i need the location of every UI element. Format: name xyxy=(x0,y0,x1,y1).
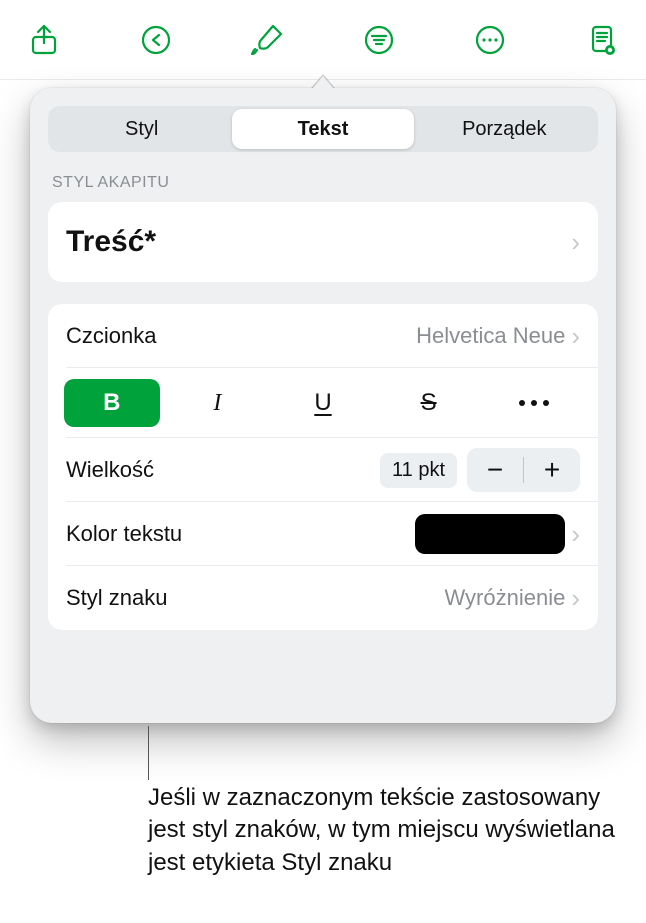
underline-button[interactable]: U xyxy=(275,379,371,427)
font-style-row: B I U S xyxy=(48,368,598,438)
size-value[interactable]: 11 pkt xyxy=(380,453,457,488)
character-style-row[interactable]: Styl znaku Wyróżnienie › xyxy=(48,566,598,630)
toolbar xyxy=(0,0,646,80)
chevron-right-icon: › xyxy=(571,521,580,547)
text-format-card: Czcionka Helvetica Neue › B I U S Wielko… xyxy=(48,304,598,630)
italic-button[interactable]: I xyxy=(170,379,266,427)
size-label: Wielkość xyxy=(66,457,380,483)
size-stepper: − + xyxy=(467,448,580,492)
section-paragraph-style: STYL AKAPITU xyxy=(52,174,594,192)
chevron-right-icon: › xyxy=(571,229,580,255)
chevron-right-icon: › xyxy=(571,323,580,349)
character-style-value: Wyróżnienie xyxy=(444,585,565,611)
text-color-label: Kolor tekstu xyxy=(66,521,415,547)
tab-text[interactable]: Tekst xyxy=(232,109,413,149)
text-color-row[interactable]: Kolor tekstu › xyxy=(48,502,598,566)
paragraph-style-row[interactable]: Treść* › xyxy=(48,202,598,282)
size-row: Wielkość 11 pkt − + xyxy=(48,438,598,502)
font-value: Helvetica Neue xyxy=(416,323,565,349)
strikethrough-button[interactable]: S xyxy=(381,379,477,427)
font-label: Czcionka xyxy=(66,323,416,349)
chevron-right-icon: › xyxy=(571,585,580,611)
document-view-icon[interactable] xyxy=(574,12,630,68)
format-panel: Styl Tekst Porządek STYL AKAPITU Treść* … xyxy=(30,88,616,723)
text-color-swatch[interactable] xyxy=(415,514,565,554)
paragraph-style-card: Treść* › xyxy=(48,202,598,282)
size-increase-button[interactable]: + xyxy=(524,448,580,492)
callout-caption: Jeśli w zaznaczonym tekście zastosowany … xyxy=(148,782,616,879)
bold-button[interactable]: B xyxy=(64,379,160,427)
undo-icon[interactable] xyxy=(128,12,184,68)
more-icon[interactable] xyxy=(462,12,518,68)
font-row[interactable]: Czcionka Helvetica Neue › xyxy=(48,304,598,368)
tab-order[interactable]: Porządek xyxy=(414,109,595,149)
format-brush-icon[interactable] xyxy=(239,12,295,68)
tab-style[interactable]: Styl xyxy=(51,109,232,149)
filter-icon[interactable] xyxy=(351,12,407,68)
paragraph-style-name: Treść* xyxy=(66,225,565,259)
panel-tabs: Styl Tekst Porządek xyxy=(48,106,598,152)
share-icon[interactable] xyxy=(16,12,72,68)
character-style-label: Styl znaku xyxy=(66,585,444,611)
callout-line xyxy=(148,726,149,780)
more-options-button[interactable] xyxy=(486,379,582,427)
size-decrease-button[interactable]: − xyxy=(467,448,523,492)
